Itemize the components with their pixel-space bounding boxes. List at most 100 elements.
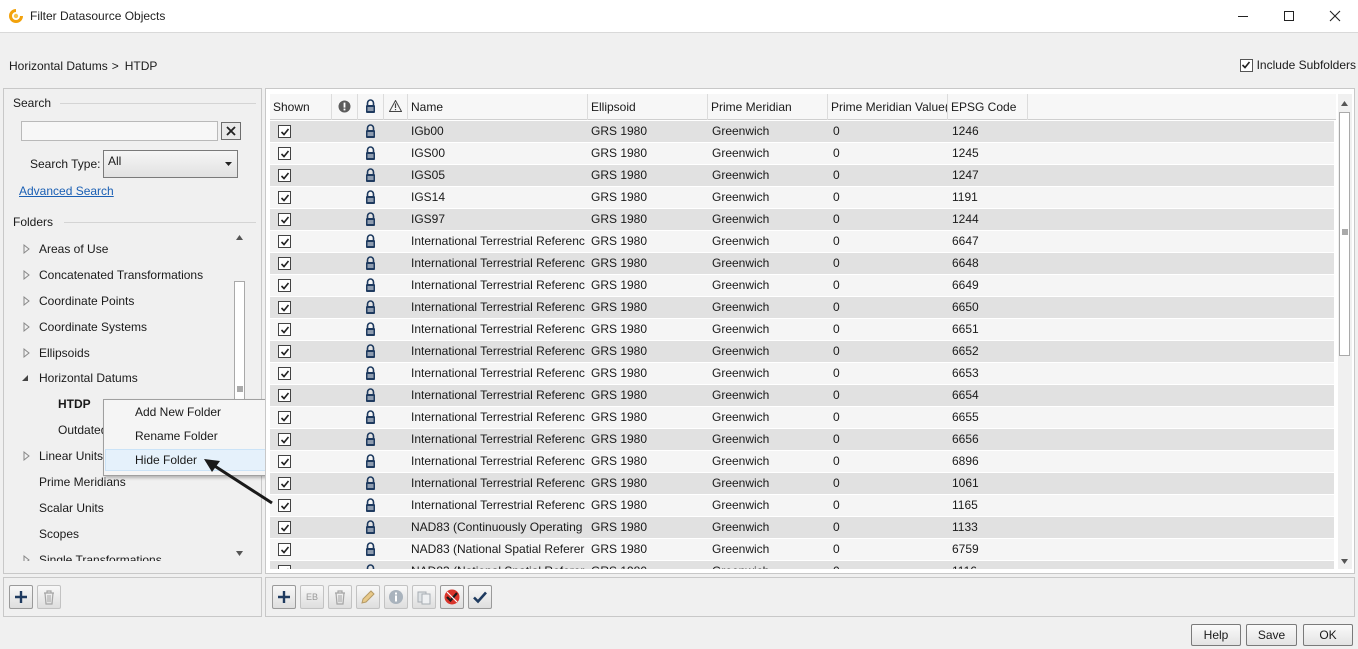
shown-checkbox[interactable] (278, 323, 291, 336)
shown-checkbox[interactable] (278, 411, 291, 424)
scrollbar-thumb[interactable] (1339, 112, 1350, 356)
shown-checkbox[interactable] (278, 345, 291, 358)
eb-button[interactable]: EB (300, 585, 324, 609)
table-row[interactable]: International Terrestrial Referenc GRS 19… (270, 473, 1334, 495)
tree-item-concatenated-transformations[interactable]: Concatenated Transformations (4, 265, 232, 285)
shown-checkbox[interactable] (278, 125, 291, 138)
expand-arrow-icon[interactable] (22, 239, 32, 259)
column-header-info[interactable] (332, 94, 358, 120)
menu-item-rename-folder[interactable]: Rename Folder (105, 425, 275, 447)
column-header-prime-meridian-value[interactable]: Prime Meridian Value( (828, 94, 948, 120)
scroll-up-icon[interactable] (236, 235, 243, 240)
search-type-select[interactable]: All (103, 150, 238, 178)
advanced-search-link[interactable]: Advanced Search (19, 184, 114, 198)
scroll-up-icon[interactable] (1341, 101, 1348, 106)
shown-checkbox[interactable] (278, 367, 291, 380)
column-header-prime-meridian[interactable]: Prime Meridian (708, 94, 828, 120)
shown-checkbox[interactable] (278, 543, 291, 556)
scroll-down-icon[interactable] (236, 551, 243, 556)
edit-object-button[interactable] (356, 585, 380, 609)
shown-checkbox[interactable] (278, 279, 291, 292)
table-row[interactable]: International Terrestrial Referenc GRS 19… (270, 363, 1334, 385)
shown-checkbox[interactable] (278, 169, 291, 182)
close-button[interactable] (1312, 0, 1358, 32)
table-row[interactable]: International Terrestrial Referenc GRS 19… (270, 341, 1334, 363)
grid-scrollbar[interactable] (1338, 94, 1352, 569)
column-header-warning[interactable] (384, 94, 408, 120)
table-row[interactable]: International Terrestrial Referenc GRS 19… (270, 429, 1334, 451)
table-row[interactable]: International Terrestrial Referenc GRS 19… (270, 319, 1334, 341)
table-row[interactable]: IGb00 GRS 1980 Greenwich 0 1246 (270, 121, 1334, 143)
ok-button[interactable]: OK (1303, 624, 1353, 646)
table-row[interactable]: IGS97 GRS 1980 Greenwich 0 1244 (270, 209, 1334, 231)
tree-item-coordinate-systems[interactable]: Coordinate Systems (4, 317, 232, 337)
tree-item-horizontal-datums[interactable]: Horizontal Datums (4, 368, 232, 388)
copy-object-button[interactable] (412, 585, 436, 609)
info-object-button[interactable] (384, 585, 408, 609)
folder-tree-scrollbar[interactable] (233, 231, 246, 561)
delete-object-button[interactable] (328, 585, 352, 609)
minimize-button[interactable] (1220, 0, 1266, 32)
tree-item-scalar-units[interactable]: Scalar Units (4, 498, 232, 518)
table-row[interactable]: International Terrestrial Referenc GRS 19… (270, 385, 1334, 407)
shown-checkbox[interactable] (278, 257, 291, 270)
tree-item-single-transformations[interactable]: Single Transformations (4, 550, 232, 561)
uncheck-all-button[interactable] (440, 585, 464, 609)
column-header-lock[interactable] (358, 94, 384, 120)
table-row[interactable]: NAD83 (Continuously Operating GRS 1980 Gre… (270, 517, 1334, 539)
column-header-ellipsoid[interactable]: Ellipsoid (588, 94, 708, 120)
maximize-button[interactable] (1266, 0, 1312, 32)
search-input[interactable] (21, 121, 218, 141)
shown-checkbox[interactable] (278, 235, 291, 248)
shown-checkbox[interactable] (278, 301, 291, 314)
expand-arrow-icon[interactable] (22, 317, 32, 337)
expand-arrow-icon[interactable] (22, 343, 32, 363)
shown-checkbox[interactable] (278, 147, 291, 160)
clear-search-button[interactable] (221, 122, 241, 140)
tree-item-areas-of-use[interactable]: Areas of Use (4, 239, 232, 259)
table-row[interactable]: NAD83 (National Spatial Referer GRS 1980 G… (270, 539, 1334, 561)
expand-arrow-icon[interactable] (22, 265, 32, 285)
shown-checkbox[interactable] (278, 455, 291, 468)
expand-arrow-icon[interactable] (22, 291, 32, 311)
check-all-button[interactable] (468, 585, 492, 609)
table-row[interactable]: International Terrestrial Referenc GRS 19… (270, 407, 1334, 429)
shown-checkbox[interactable] (278, 191, 291, 204)
shown-checkbox[interactable] (278, 477, 291, 490)
table-row[interactable]: International Terrestrial Referenc GRS 19… (270, 451, 1334, 473)
shown-checkbox[interactable] (278, 521, 291, 534)
menu-item-add-new-folder[interactable]: Add New Folder (105, 401, 275, 423)
tree-item-ellipsoids[interactable]: Ellipsoids (4, 343, 232, 363)
include-subfolders-checkbox[interactable]: Include Subfolders (1239, 58, 1356, 72)
collapse-arrow-icon[interactable] (20, 368, 30, 388)
save-button[interactable]: Save (1246, 624, 1297, 646)
table-row[interactable]: NAD83 (National Spatial Referer GRS 1980 G… (270, 561, 1334, 569)
add-object-button[interactable] (272, 585, 296, 609)
help-button[interactable]: Help (1191, 624, 1241, 646)
shown-checkbox[interactable] (278, 389, 291, 402)
table-row[interactable]: International Terrestrial Referenc GRS 19… (270, 495, 1334, 517)
table-row[interactable]: International Terrestrial Referenc GRS 19… (270, 297, 1334, 319)
table-row[interactable]: International Terrestrial Referenc GRS 19… (270, 275, 1334, 297)
scroll-down-icon[interactable] (1341, 559, 1348, 564)
shown-checkbox[interactable] (278, 433, 291, 446)
column-header-shown[interactable]: Shown (270, 94, 332, 120)
table-row[interactable]: International Terrestrial Referenc GRS 19… (270, 231, 1334, 253)
scrollbar-thumb[interactable] (234, 281, 245, 401)
table-row[interactable]: IGS05 GRS 1980 Greenwich 0 1247 (270, 165, 1334, 187)
add-folder-button[interactable] (9, 585, 33, 609)
table-row[interactable]: International Terrestrial Referenc GRS 19… (270, 253, 1334, 275)
table-row[interactable]: IGS00 GRS 1980 Greenwich 0 1245 (270, 143, 1334, 165)
delete-folder-button[interactable] (37, 585, 61, 609)
tree-item-coordinate-points[interactable]: Coordinate Points (4, 291, 232, 311)
shown-checkbox[interactable] (278, 499, 291, 512)
table-row[interactable]: IGS14 GRS 1980 Greenwich 0 1191 (270, 187, 1334, 209)
column-header-name[interactable]: Name (408, 94, 588, 120)
tree-item-scopes[interactable]: Scopes (4, 524, 232, 544)
shown-checkbox[interactable] (278, 213, 291, 226)
expand-arrow-icon[interactable] (22, 550, 32, 561)
expand-arrow-icon[interactable] (22, 446, 32, 466)
shown-checkbox[interactable] (278, 565, 291, 569)
checkbox-checked-icon[interactable] (1239, 58, 1253, 72)
column-header-epsg-code[interactable]: EPSG Code (948, 94, 1028, 120)
